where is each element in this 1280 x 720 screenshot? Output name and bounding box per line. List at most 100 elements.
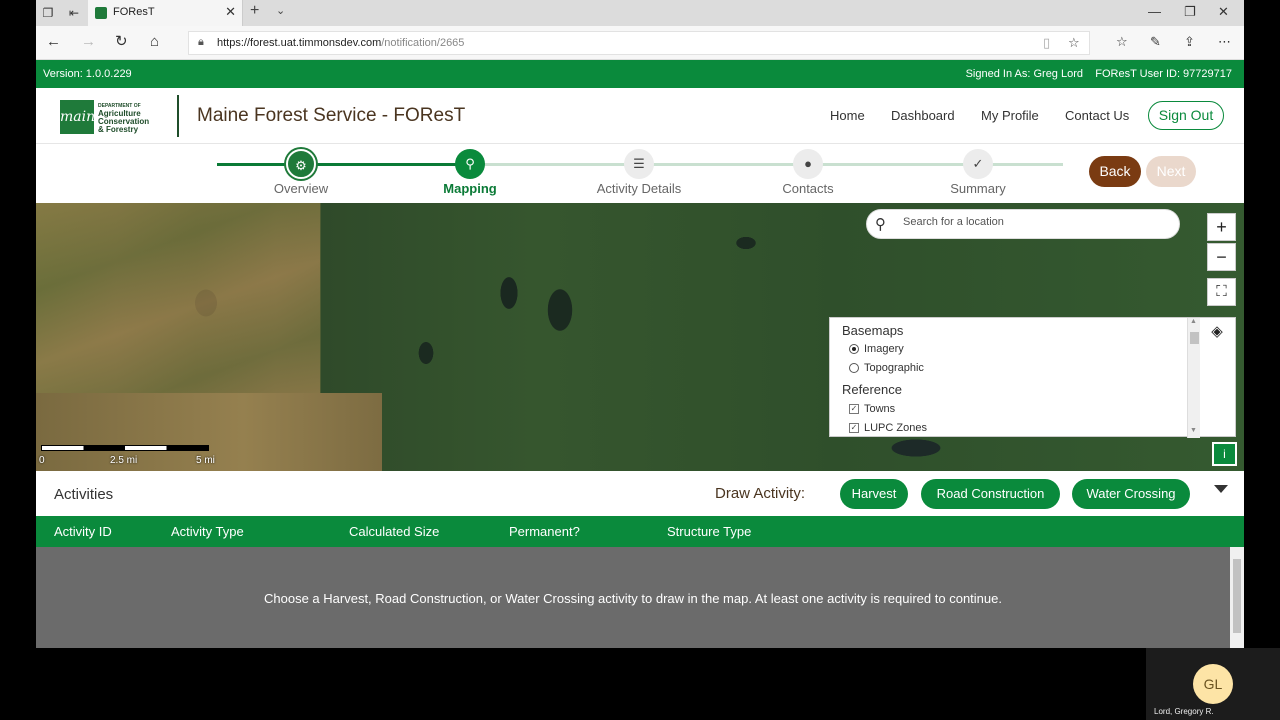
logo-text: DEPARTMENT OF Agriculture Conservation &…: [98, 101, 149, 134]
close-tab-icon[interactable]: ✕: [225, 4, 236, 20]
draw-harvest-button[interactable]: Harvest: [840, 479, 908, 509]
zoom-out-button[interactable]: −: [1207, 243, 1236, 271]
refresh-icon[interactable]: ↻: [115, 34, 128, 50]
maine-dacf-logo[interactable]: maine DEPARTMENT OF Agriculture Conserva…: [60, 100, 160, 134]
chevron-down-icon[interactable]: ⌄: [276, 4, 285, 17]
col-activity-type[interactable]: Activity Type: [171, 524, 244, 539]
avatar: GL: [1193, 664, 1233, 704]
tab-title: FOResT: [113, 6, 155, 18]
url-path: /notification/2665: [381, 37, 465, 49]
nav-home[interactable]: Home: [830, 108, 865, 123]
checkbox-checked-icon[interactable]: ✓: [849, 423, 859, 433]
browser-tab[interactable]: FOResT ✕: [88, 0, 243, 26]
step-contacts-person-icon[interactable]: ●: [793, 149, 823, 179]
scale-label-mid: 2.5 mi: [110, 455, 138, 466]
col-activity-id[interactable]: Activity ID: [54, 524, 112, 539]
collapse-caret-icon[interactable]: [1214, 485, 1228, 493]
step-summary-label[interactable]: Summary: [908, 181, 1048, 196]
nav-contact-us[interactable]: Contact Us: [1065, 108, 1129, 123]
layer-list-scrollbar[interactable]: ▲ ▼: [1187, 318, 1200, 438]
map-imagery-field: [36, 203, 320, 393]
tab-actions-icon[interactable]: ❐: [40, 5, 56, 21]
browser-nav-bar: ← → ↻ ⌂ 🔒︎ https://forest.uat.timmonsdev…: [36, 26, 1244, 60]
step-overview-gear-icon[interactable]: ⚙: [286, 149, 316, 179]
checkbox-checked-icon[interactable]: ✓: [849, 404, 859, 414]
scale-label-end: 5 mi: [196, 455, 215, 466]
step-overview-label[interactable]: Overview: [231, 181, 371, 196]
maximize-icon[interactable]: ❐: [1184, 4, 1196, 20]
search-input[interactable]: [903, 216, 1163, 228]
info-button[interactable]: i: [1212, 442, 1237, 466]
activities-table-header: Activity ID Activity Type Calculated Siz…: [36, 516, 1244, 547]
step-contacts-label[interactable]: Contacts: [738, 181, 878, 196]
more-icon[interactable]: ⋯: [1218, 34, 1231, 50]
logo-line3: & Forestry: [98, 125, 139, 134]
draw-water-crossing-button[interactable]: Water Crossing: [1072, 479, 1190, 509]
reference-lupc-zones-label: LUPC Zones: [864, 422, 927, 434]
nav-dashboard[interactable]: Dashboard: [891, 108, 955, 123]
minimize-icon[interactable]: —: [1148, 4, 1161, 19]
col-structure-type[interactable]: Structure Type: [667, 524, 751, 539]
reading-view-icon[interactable]: ▯: [1043, 35, 1050, 51]
signed-in-text: Signed In As: Greg Lord: [965, 68, 1084, 80]
empty-table-message: Choose a Harvest, Road Construction, or …: [264, 591, 1002, 606]
scale-label-0: 0: [39, 455, 45, 466]
nav-my-profile[interactable]: My Profile: [981, 108, 1039, 123]
step-mapping-label[interactable]: Mapping: [400, 181, 540, 196]
progress-stepper: ⚙ Overview ⚲ Mapping ☰ Activity Details …: [36, 144, 1244, 203]
table-scrollbar[interactable]: [1230, 547, 1244, 648]
back-arrow-icon[interactable]: ←: [46, 34, 61, 50]
url-text[interactable]: https://forest.uat.timmonsdev.com/notifi…: [217, 37, 464, 49]
activities-bar: Activities Draw Activity: Harvest Road C…: [36, 471, 1244, 516]
step-activity-details-label[interactable]: Activity Details: [569, 181, 709, 196]
user-info: Signed In As: Greg Lord FOResT User ID: …: [966, 68, 1232, 80]
col-permanent[interactable]: Permanent?: [509, 524, 580, 539]
scroll-thumb[interactable]: [1190, 332, 1199, 344]
location-search[interactable]: ⚲: [866, 209, 1180, 239]
set-tabs-aside-icon[interactable]: ⇤: [66, 5, 82, 21]
address-bar[interactable]: 🔒︎ https://forest.uat.timmonsdev.com/not…: [188, 31, 1090, 55]
share-icon[interactable]: ⇪: [1184, 34, 1195, 50]
search-icon: ⚲: [875, 216, 886, 233]
pen-icon[interactable]: ✎: [1150, 34, 1161, 50]
reference-heading: Reference: [842, 382, 902, 397]
logo-divider: [177, 95, 179, 137]
participant-tile: GL Lord, Gregory R.: [1146, 648, 1280, 720]
fullscreen-icon[interactable]: ⛶: [1207, 278, 1236, 306]
step-mapping-map-pin-icon[interactable]: ⚲: [455, 149, 485, 179]
draw-road-construction-button[interactable]: Road Construction: [921, 479, 1060, 509]
scroll-up-icon[interactable]: ▲: [1190, 318, 1197, 325]
version-text: Version: 1.0.0.229: [43, 68, 132, 80]
url-host: https://forest.uat.timmonsdev.com: [217, 37, 382, 49]
basemap-topographic-label: Topographic: [864, 362, 924, 374]
radio-selected-icon[interactable]: [849, 344, 859, 354]
favicon-icon: [95, 7, 107, 19]
map-view[interactable]: ⚲ + − ⛶ Basemaps Imagery Topographic Ref…: [36, 203, 1244, 471]
back-button[interactable]: Back: [1089, 156, 1141, 187]
radio-unselected-icon[interactable]: [849, 363, 859, 373]
step-activity-details-list-icon[interactable]: ☰: [624, 149, 654, 179]
scroll-down-icon[interactable]: ▼: [1190, 427, 1197, 434]
lock-icon: 🔒︎: [198, 36, 204, 48]
screen: ❐ ⇤ FOResT ✕ + ⌄ — ❐ ✕ ← → ↻ ⌂ 🔒︎ https:…: [0, 0, 1280, 720]
site-title: Maine Forest Service - FOResT: [197, 105, 466, 126]
scale-bar: [41, 445, 209, 451]
participant-name: Lord, Gregory R.: [1154, 707, 1214, 716]
step-summary-check-icon[interactable]: ✓: [963, 149, 993, 179]
table-scroll-thumb[interactable]: [1233, 559, 1241, 633]
next-button[interactable]: Next: [1146, 156, 1196, 187]
favorites-icon[interactable]: ☆: [1116, 34, 1128, 50]
favorite-star-icon[interactable]: ☆: [1068, 35, 1080, 51]
sign-out-button[interactable]: Sign Out: [1148, 101, 1224, 130]
draw-activity-label: Draw Activity:: [715, 485, 806, 502]
new-tab-icon[interactable]: +: [250, 2, 259, 20]
browser-window: ❐ ⇤ FOResT ✕ + ⌄ — ❐ ✕ ← → ↻ ⌂ 🔒︎ https:…: [36, 0, 1244, 648]
close-window-icon[interactable]: ✕: [1218, 4, 1229, 20]
reference-towns-label: Towns: [864, 403, 896, 415]
stepper-line-complete: [217, 163, 471, 166]
forward-arrow-icon[interactable]: →: [81, 34, 96, 50]
home-icon[interactable]: ⌂: [150, 34, 159, 50]
col-calculated-size[interactable]: Calculated Size: [349, 524, 439, 539]
zoom-in-button[interactable]: +: [1207, 213, 1236, 241]
layers-icon[interactable]: ◈: [1200, 322, 1234, 340]
